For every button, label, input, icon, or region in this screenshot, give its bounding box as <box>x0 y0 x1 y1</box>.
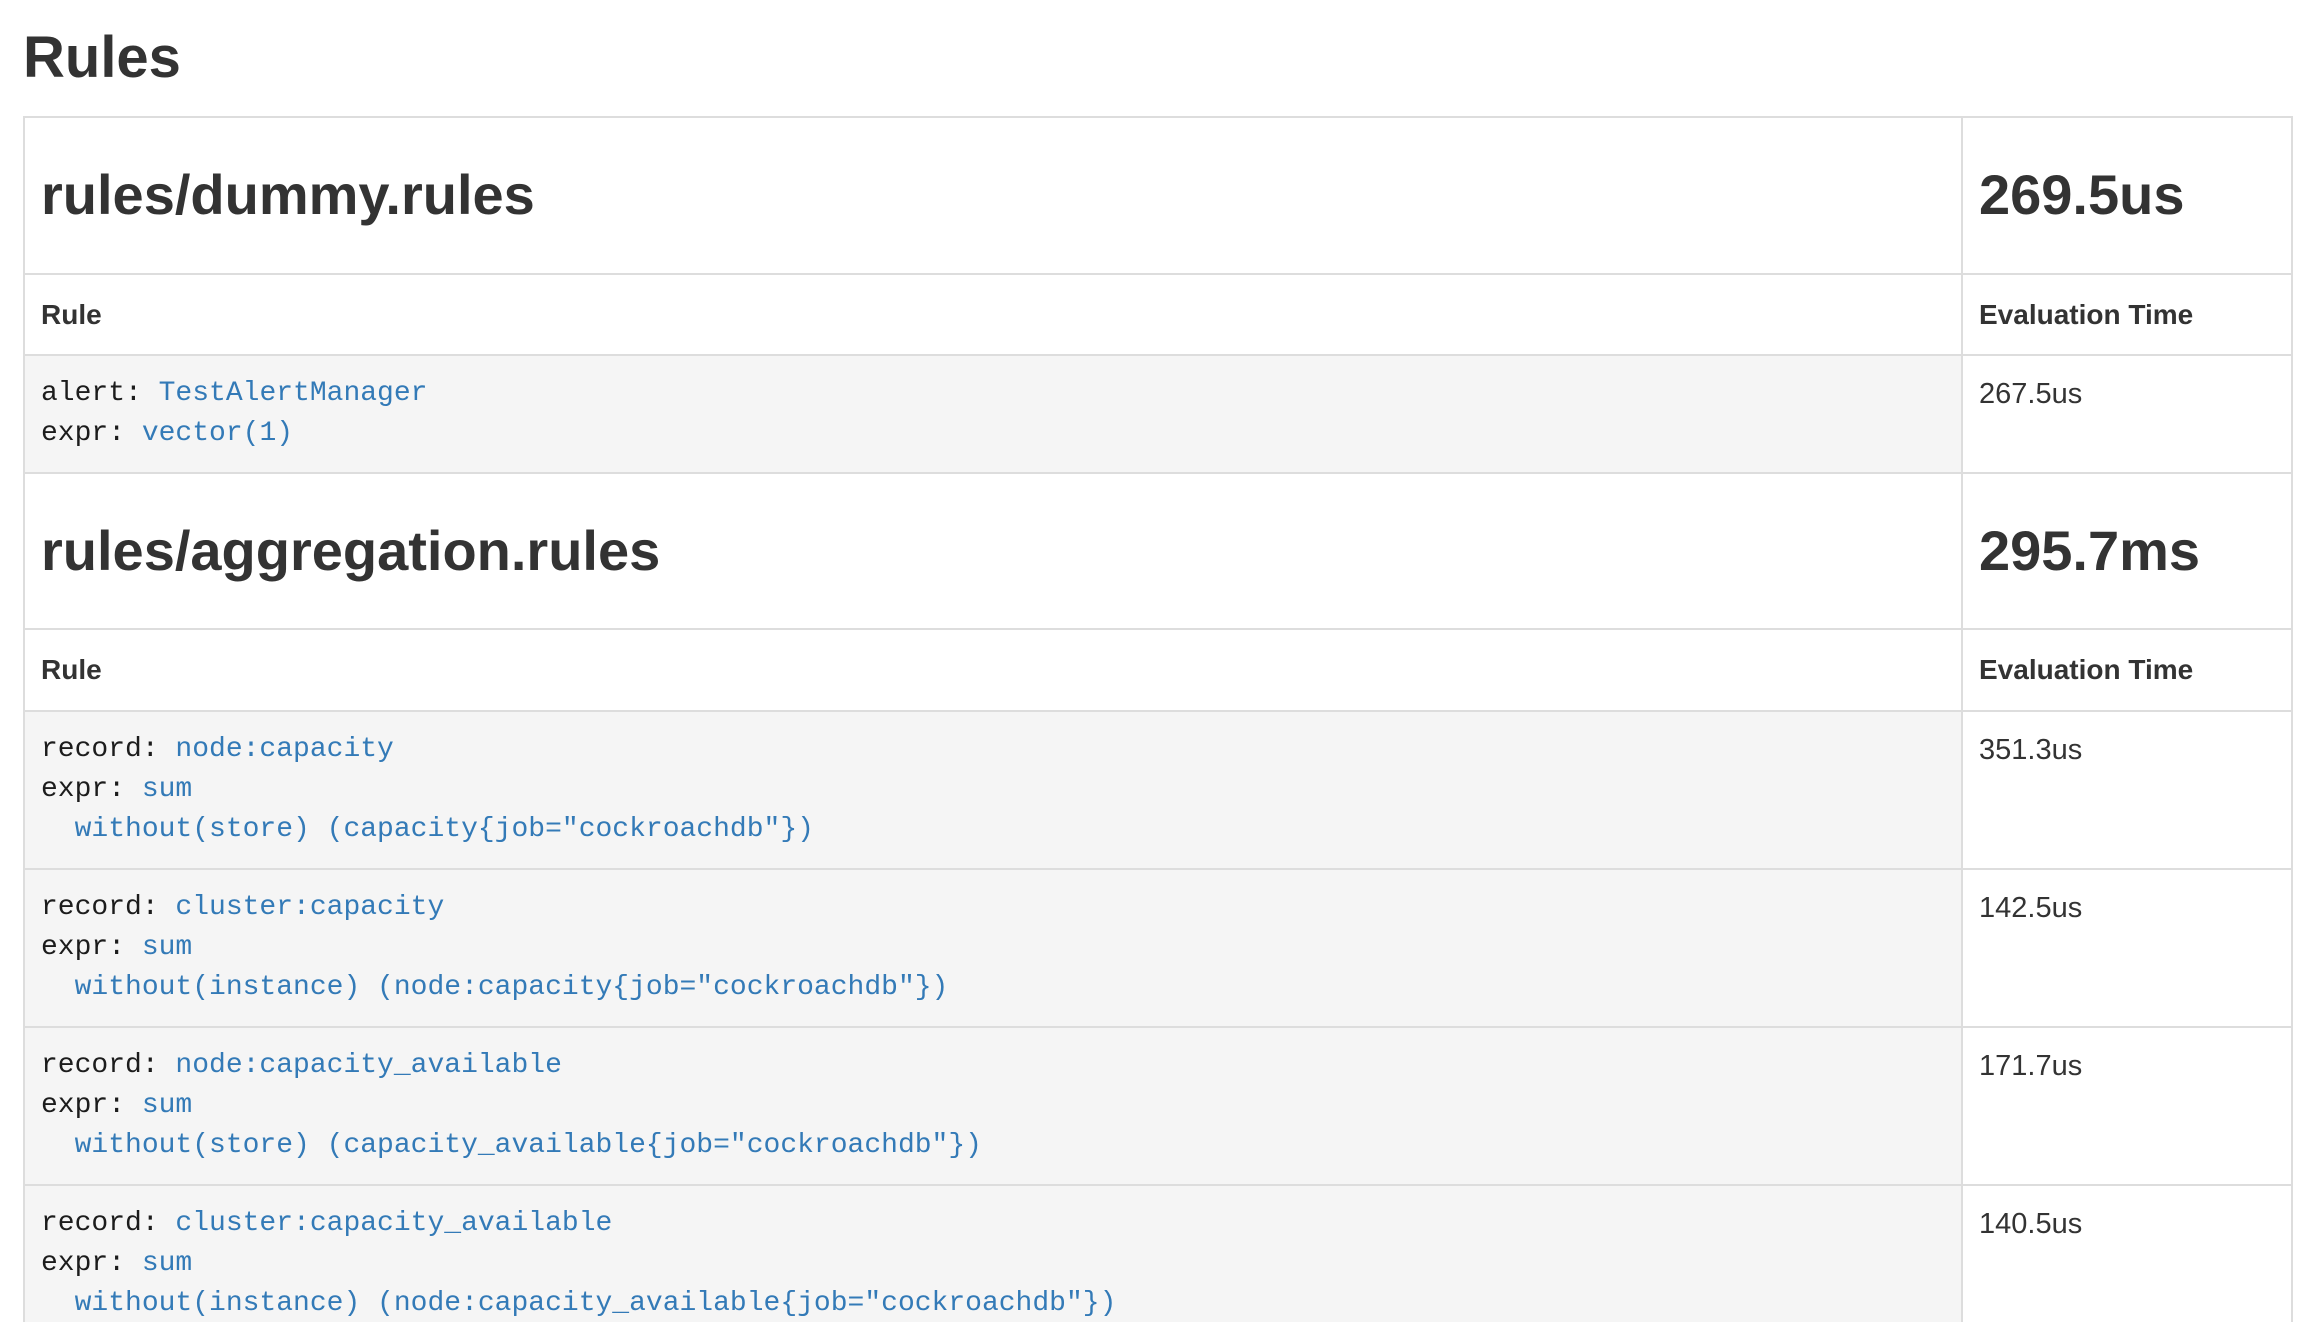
rule-keyword: expr: <box>41 1090 142 1121</box>
rule-group-total-time-cell: 269.5us <box>1962 117 2292 274</box>
rule-link[interactable]: node:capacity <box>175 734 393 765</box>
rule-group-total-time: 295.7ms <box>1979 520 2275 583</box>
column-header-row: RuleEvaluation Time <box>24 274 2292 355</box>
rule-link[interactable]: without(instance) (node:capacity{job="co… <box>41 972 948 1003</box>
rule-keyword: record: <box>41 734 175 765</box>
rule-link[interactable]: vector(1) <box>142 418 293 449</box>
rule-keyword: record: <box>41 1208 175 1239</box>
rule-link[interactable]: without(store) (capacity_available{job="… <box>41 1130 982 1161</box>
page-title: Rules <box>23 26 2293 90</box>
rule-definition: record: node:capacity_available expr: su… <box>41 1046 1945 1166</box>
rule-definition: record: cluster:capacity_available expr:… <box>41 1204 1945 1322</box>
rule-row: record: node:capacity_available expr: su… <box>24 1027 2292 1185</box>
rule-keyword: alert: <box>41 378 159 409</box>
rule-group-total-time: 269.5us <box>1979 164 2275 227</box>
rule-group-file: rules/dummy.rules <box>41 164 1945 227</box>
rule-cell: record: cluster:capacity expr: sum witho… <box>24 869 1962 1027</box>
rule-group-file-cell: rules/aggregation.rules <box>24 473 1962 630</box>
rule-link[interactable]: cluster:capacity <box>175 892 444 923</box>
rule-keyword: expr: <box>41 1248 142 1279</box>
rule-group-file: rules/aggregation.rules <box>41 520 1945 583</box>
rule-column-header: Rule <box>24 629 1962 710</box>
rule-link[interactable]: without(instance) (node:capacity_availab… <box>41 1288 1116 1319</box>
eval-time-column-header: Evaluation Time <box>1962 274 2292 355</box>
rule-eval-time: 171.7us <box>1962 1027 2292 1185</box>
rule-cell: alert: TestAlertManager expr: vector(1) <box>24 355 1962 473</box>
rule-link[interactable]: node:capacity_available <box>175 1050 561 1081</box>
rule-cell: record: node:capacity_available expr: su… <box>24 1027 1962 1185</box>
rules-page: Rules rules/dummy.rules269.5usRuleEvalua… <box>0 0 2316 1322</box>
rule-keyword: record: <box>41 1050 175 1081</box>
rule-link[interactable]: TestAlertManager <box>159 378 428 409</box>
rule-link[interactable]: sum <box>142 932 192 963</box>
rule-cell: record: node:capacity expr: sum without(… <box>24 711 1962 869</box>
rules-table-body: rules/dummy.rules269.5usRuleEvaluation T… <box>24 117 2292 1322</box>
rule-group-file-cell: rules/dummy.rules <box>24 117 1962 274</box>
rule-group-header-row: rules/aggregation.rules 295.7ms <box>24 473 2292 630</box>
rule-keyword: expr: <box>41 932 142 963</box>
eval-time-column-header: Evaluation Time <box>1962 629 2292 710</box>
rule-row: alert: TestAlertManager expr: vector(1)2… <box>24 355 2292 473</box>
rule-cell: record: cluster:capacity_available expr:… <box>24 1185 1962 1322</box>
rule-eval-time: 140.5us <box>1962 1185 2292 1322</box>
rule-link[interactable]: cluster:capacity_available <box>175 1208 612 1239</box>
rule-keyword: expr: <box>41 774 142 805</box>
rule-link[interactable]: sum <box>142 1248 192 1279</box>
rule-eval-time: 142.5us <box>1962 869 2292 1027</box>
rules-table: rules/dummy.rules269.5usRuleEvaluation T… <box>23 116 2293 1322</box>
rule-definition: record: cluster:capacity expr: sum witho… <box>41 888 1945 1008</box>
rule-row: record: cluster:capacity expr: sum witho… <box>24 869 2292 1027</box>
column-header-row: RuleEvaluation Time <box>24 629 2292 710</box>
rule-group-total-time-cell: 295.7ms <box>1962 473 2292 630</box>
rule-eval-time: 351.3us <box>1962 711 2292 869</box>
rule-link[interactable]: sum <box>142 1090 192 1121</box>
rule-row: record: cluster:capacity_available expr:… <box>24 1185 2292 1322</box>
rule-keyword: expr: <box>41 418 142 449</box>
rule-link[interactable]: without(store) (capacity{job="cockroachd… <box>41 814 814 845</box>
rule-definition: record: node:capacity expr: sum without(… <box>41 730 1945 850</box>
rule-keyword: record: <box>41 892 175 923</box>
rule-column-header: Rule <box>24 274 1962 355</box>
rule-link[interactable]: sum <box>142 774 192 805</box>
rule-group-header-row: rules/dummy.rules 269.5us <box>24 117 2292 274</box>
rule-row: record: node:capacity expr: sum without(… <box>24 711 2292 869</box>
rule-eval-time: 267.5us <box>1962 355 2292 473</box>
rule-definition: alert: TestAlertManager expr: vector(1) <box>41 374 1945 454</box>
